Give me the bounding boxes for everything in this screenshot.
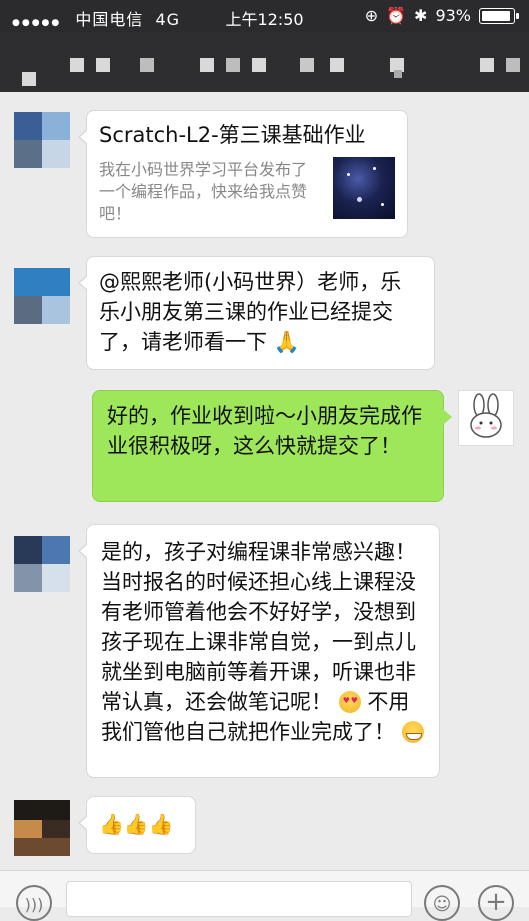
- header-mosaic: [330, 58, 344, 72]
- pray-emoji-icon: 🙏: [273, 330, 300, 354]
- alarm-icon: ⏰: [386, 6, 407, 25]
- header-mosaic: [96, 58, 110, 72]
- battery-fill: [482, 10, 510, 21]
- thumbs-up-emoji-icon: 👍👍👍: [99, 812, 174, 836]
- grinning-emoji-icon: [401, 721, 424, 743]
- avatar[interactable]: [14, 800, 70, 856]
- header-mosaic: [226, 58, 240, 72]
- header-mosaic: [200, 58, 214, 72]
- emoji-icon: ☺: [432, 894, 452, 915]
- header-mosaic: [140, 58, 154, 72]
- message-text: 好的，作业收到啦～小朋友完成作业很积极呀，这么快就提交了！: [107, 404, 422, 458]
- battery-icon: [479, 7, 519, 24]
- avatar[interactable]: [14, 268, 70, 324]
- heart-eyes-emoji-icon: ♥ ♥: [338, 691, 361, 713]
- bunny-avatar-icon: [470, 393, 502, 438]
- avatar[interactable]: [14, 536, 70, 592]
- bluetooth-icon: ✱: [414, 6, 428, 25]
- message-bubble[interactable]: 是的，孩子对编程课非常感兴趣！当时报名的时候还担心线上课程没有老师管着他会不好好…: [78, 524, 440, 778]
- input-bar: ))) ☺ +: [0, 870, 529, 921]
- voice-icon: ))): [24, 895, 44, 914]
- header-mosaic: [480, 58, 494, 72]
- lock-rotation-icon: ⊕: [364, 6, 379, 25]
- own-message-bubble[interactable]: 好的，作业收到啦～小朋友完成作业很积极呀，这么快就提交了！: [92, 390, 452, 502]
- header-mosaic: [394, 70, 402, 78]
- message-bubble[interactable]: @熙熙老师(小码世界）老师，乐乐小朋友第三课的作业已经提交了，请老师看一下 🙏: [78, 256, 435, 370]
- card-title: Scratch-L2-第三课基础作业: [99, 123, 366, 147]
- status-right: ⊕ ⏰ ✱ 93%: [364, 6, 519, 25]
- header-mosaic: [300, 58, 314, 72]
- status-bar: ●●●●● 中国电信 4G 上午12:50 ⊕ ⏰ ✱ 93%: [0, 0, 529, 32]
- emoji-button[interactable]: ☺: [424, 885, 460, 921]
- card-thumbnail: [333, 157, 395, 219]
- chat-area[interactable]: Scratch-L2-第三课基础作业 我在小码世界学习平台发布了一个编程作品，快…: [0, 92, 529, 870]
- chat-header: [0, 32, 529, 92]
- voice-button[interactable]: ))): [16, 885, 52, 921]
- card-description: 我在小码世界学习平台发布了一个编程作品，快来给我点赞吧！: [99, 160, 308, 223]
- link-card[interactable]: Scratch-L2-第三课基础作业 我在小码世界学习平台发布了一个编程作品，快…: [78, 110, 408, 238]
- message-text: 是的，孩子对编程课非常感兴趣！当时报名的时候还担心线上课程没有老师管着他会不好好…: [101, 540, 416, 714]
- battery-percent: 93%: [435, 6, 471, 25]
- own-avatar[interactable]: [458, 390, 514, 446]
- header-mosaic: [506, 58, 520, 72]
- avatar[interactable]: [14, 112, 70, 168]
- header-mosaic: [252, 58, 266, 72]
- message-text: @熙熙老师(小码世界）老师，乐乐小朋友第三课的作业已经提交了，请老师看一下: [99, 270, 402, 354]
- plus-icon: +: [485, 887, 507, 917]
- emoji-bubble[interactable]: 👍👍👍: [78, 796, 196, 854]
- message-input[interactable]: [66, 881, 412, 917]
- back-button[interactable]: [22, 72, 36, 86]
- add-button[interactable]: +: [478, 885, 514, 921]
- header-mosaic: [70, 58, 84, 72]
